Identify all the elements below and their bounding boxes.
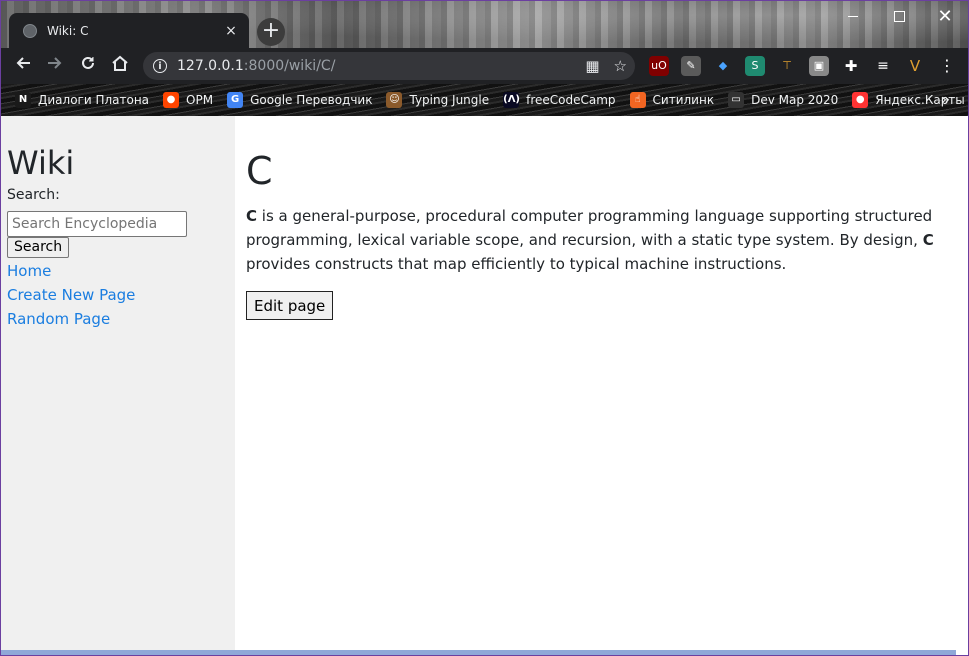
article-text-2: provides constructs that map efficiently… [246, 255, 787, 273]
extension-icon[interactable]: ✎ [681, 56, 701, 76]
reddit-icon: ● [163, 92, 180, 108]
v-extension-icon[interactable]: V [905, 56, 925, 76]
article-title: C [246, 149, 273, 193]
s-extension-icon[interactable]: S [745, 56, 765, 76]
gem-extension-icon[interactable]: ◆ [713, 56, 733, 76]
url-path: :8000/wiki/C/ [243, 58, 336, 74]
typing-jungle-icon: ☺ [386, 92, 403, 108]
tab-close-icon[interactable]: × [223, 23, 239, 39]
bookmark-item[interactable]: N Диалоги Платона [15, 92, 149, 108]
address-bar[interactable]: i 127.0.0.1:8000/wiki/C/ ▦ ☆ [143, 52, 635, 80]
bookmark-label: Google Переводчик [250, 93, 373, 107]
extensions-puzzle-icon[interactable]: ✚ [841, 56, 861, 76]
home-icon[interactable] [106, 52, 134, 80]
reload-icon[interactable] [74, 52, 102, 80]
edit-page-button[interactable]: Edit page [246, 291, 334, 320]
bookmark-item[interactable]: ▭ Dev Map 2020 [728, 92, 838, 108]
article-term-2: C [922, 231, 934, 249]
bookmark-item[interactable]: G Google Переводчик [227, 92, 372, 108]
article-text-1: is a general-purpose, procedural compute… [246, 207, 933, 249]
create-new-page-link[interactable]: Create New Page [7, 286, 135, 304]
new-tab-button[interactable]: + [257, 18, 285, 46]
bookmark-label: Диалоги Платона [38, 93, 150, 107]
qr-code-icon[interactable]: ▦ [585, 57, 599, 75]
citilink-icon: ☝ [629, 92, 646, 108]
article-body: C is a general-purpose, procedural compu… [246, 204, 951, 276]
home-link[interactable]: Home [7, 262, 51, 280]
browser-toolbar: i 127.0.0.1:8000/wiki/C/ ▦ ☆ uO ✎ ◆ S ⊤ … [1, 48, 968, 84]
bookmarks-overflow-icon[interactable]: » [941, 92, 950, 108]
bookmarks-bar: N Диалоги Платона ● OPM G Google Переводчик ☺ T… [1, 84, 968, 116]
search-label: Search: [7, 187, 60, 203]
bookmark-label: Typing Jungle [409, 93, 490, 107]
minimize-icon[interactable] [830, 1, 876, 31]
globe-icon [23, 23, 37, 38]
web-page: Wiki Search: Search Home Create New Page… [1, 116, 968, 655]
bookmark-item[interactable]: ☺ Typing Jungle [386, 92, 489, 108]
site-info-icon[interactable]: i [153, 59, 167, 73]
site-title: Wiki [7, 144, 75, 182]
pick-extension-icon[interactable]: ⊤ [777, 56, 797, 76]
search-input[interactable] [7, 211, 187, 237]
browser-window: Wiki: C × + ✕ i 127.0.0.1:8000/wiki/C/ ▦ [0, 0, 969, 656]
freecodecamp-icon: (Λ) [503, 92, 520, 108]
back-arrow-icon[interactable] [9, 52, 37, 80]
user-extension-icon[interactable]: ▣ [809, 56, 829, 76]
bookmark-label: Ситилинк [652, 93, 715, 107]
bookmark-label: freeCodeCamp [526, 93, 616, 107]
forward-arrow-icon[interactable] [41, 52, 69, 80]
menu-kebab-icon[interactable]: ⋮ [937, 56, 957, 76]
bookmark-item[interactable]: ☝ Ситилинк [629, 92, 715, 108]
bottom-scroll-indicator [1, 650, 956, 655]
bookmark-star-icon[interactable]: ☆ [614, 57, 627, 75]
maximize-icon[interactable] [876, 1, 922, 31]
browser-tab[interactable]: Wiki: C × [9, 13, 249, 48]
yandex-maps-icon: ● [852, 92, 869, 108]
random-page-link[interactable]: Random Page [7, 310, 110, 328]
google-translate-icon: G [227, 92, 244, 108]
bookmark-item[interactable]: (Λ) freeCodeCamp [503, 92, 616, 108]
devmap-icon: ▭ [728, 92, 745, 108]
ublock-icon[interactable]: uO [649, 56, 669, 76]
bookmark-label: OPM [186, 93, 214, 107]
tab-title: Wiki: C [47, 23, 89, 38]
sidebar: Wiki Search: Search Home Create New Page… [1, 116, 235, 650]
close-window-icon[interactable]: ✕ [922, 1, 968, 31]
bookmark-label: Яндекс.Карты [875, 93, 965, 107]
search-button[interactable]: Search [7, 237, 70, 258]
bookmark-label: Dev Map 2020 [751, 93, 839, 107]
url-host: 127.0.0.1 [177, 58, 244, 74]
window-controls: ✕ [830, 1, 968, 31]
n-icon: N [15, 92, 31, 108]
article-term: C [246, 207, 258, 225]
tab-strip: Wiki: C × + ✕ [1, 1, 968, 48]
media-queue-icon[interactable]: ≡ [873, 56, 893, 76]
bookmark-item[interactable]: ● OPM [163, 92, 213, 108]
